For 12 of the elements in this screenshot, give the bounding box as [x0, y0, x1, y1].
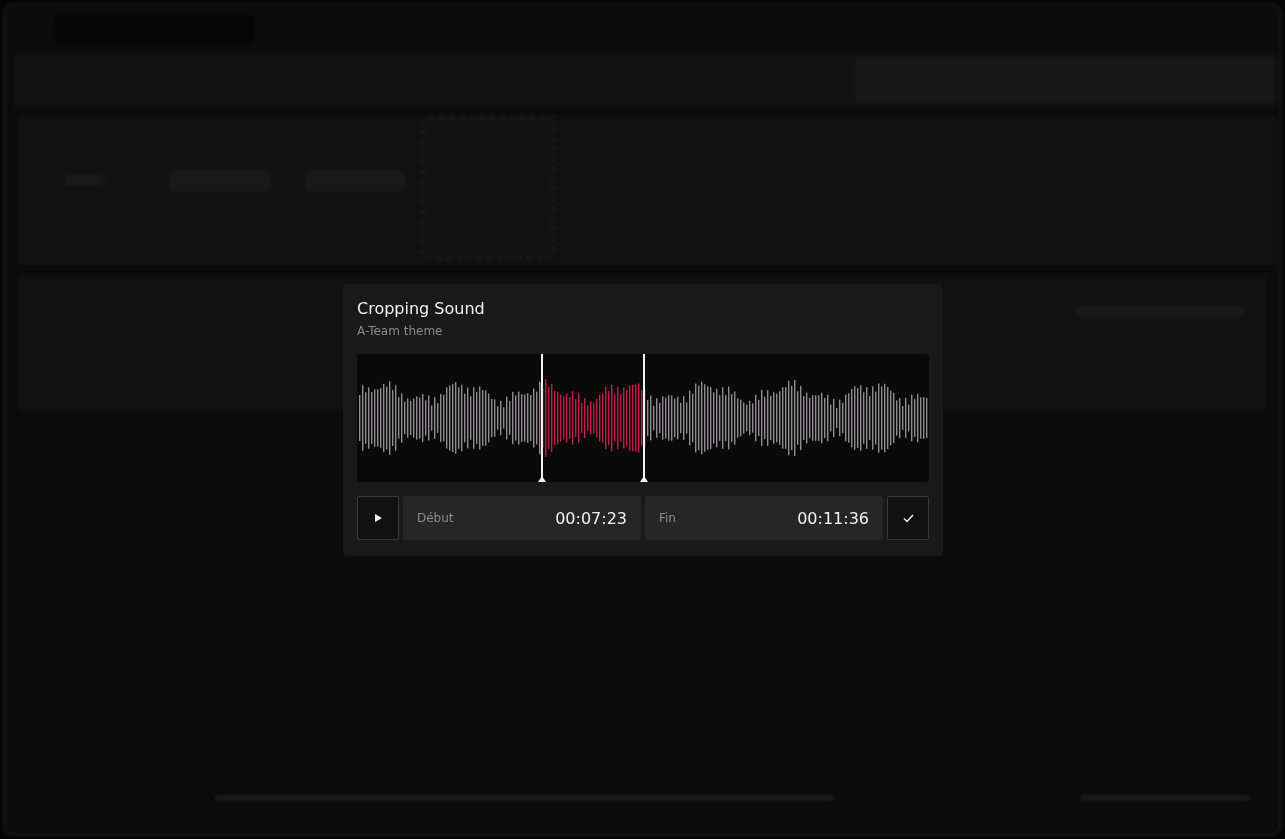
field-label: Fin — [659, 511, 676, 525]
trim-handle[interactable] — [640, 354, 649, 482]
time-field[interactable]: Fin 00:11:36 — [645, 496, 883, 540]
trim-handle[interactable] — [537, 354, 546, 482]
dialog-subtitle: A-Team theme — [357, 323, 443, 340]
play-icon — [373, 513, 383, 523]
time-field[interactable]: Début 00:07:23 — [403, 496, 641, 540]
field-value: 00:07:23 — [555, 508, 627, 528]
dialog-title: Cropping Sound — [357, 298, 485, 320]
field-value: 00:11:36 — [797, 508, 869, 528]
check-icon — [902, 513, 914, 523]
field-label: Début — [417, 511, 454, 525]
